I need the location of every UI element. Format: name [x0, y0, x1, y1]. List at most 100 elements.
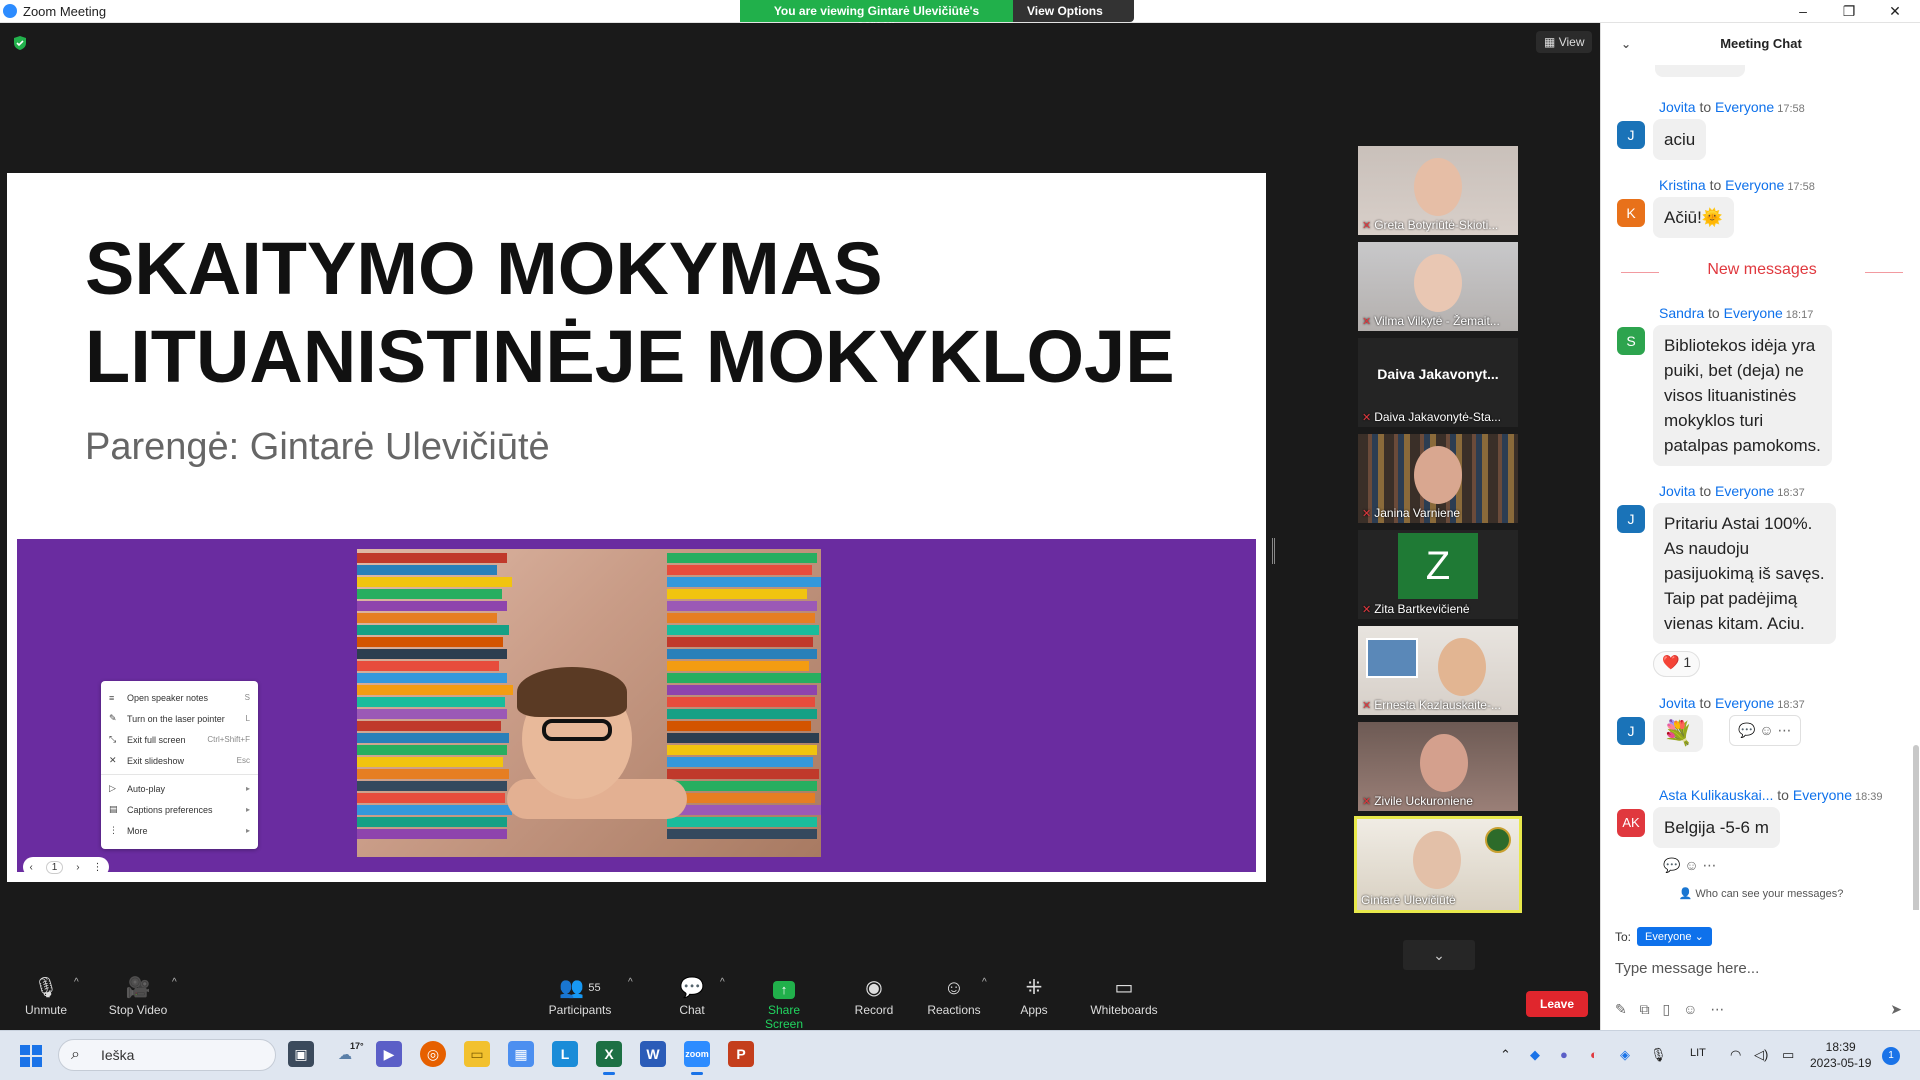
add-reaction-icon[interactable]: ☺ — [1684, 857, 1698, 873]
sender-name[interactable]: Kristina — [1659, 177, 1706, 193]
sender-name[interactable]: Jovita — [1659, 695, 1696, 711]
windows-start-button[interactable] — [20, 1045, 42, 1067]
menu-item-exit-slideshow[interactable]: ✕ Exit slideshow Esc — [101, 750, 258, 771]
participant-tile[interactable]: ✕ Ernesta Kazlauskaite-... — [1358, 626, 1518, 715]
input-language[interactable]: LIT — [1690, 1047, 1706, 1059]
participant-tile-active-speaker[interactable]: Gintarė Ulevičiūtė — [1354, 816, 1522, 913]
view-button[interactable]: ▦ View — [1536, 31, 1593, 53]
shield-icon[interactable] — [12, 35, 28, 51]
teams-chat-icon[interactable]: ▶ — [376, 1041, 402, 1067]
participant-tile[interactable]: ✕ Zivile Uckuroniene — [1358, 722, 1518, 811]
who-can-see-link[interactable]: 👤 Who can see your messages? — [1601, 887, 1920, 900]
weather-icon[interactable]: ☁ 17° — [332, 1041, 364, 1067]
tray-expand-icon[interactable]: ⌃ — [1500, 1047, 1511, 1063]
reaction-chip[interactable]: ❤️ 1 — [1653, 651, 1701, 677]
laser-icon: ✎ — [109, 713, 117, 723]
reactions-button[interactable]: ☺ Reactions ^ — [926, 973, 986, 1017]
more-icon[interactable]: ⋯ — [1703, 857, 1717, 873]
menu-item-captions-preferences[interactable]: ▤ Captions preferences ▸ — [101, 799, 258, 820]
chevron-up-icon[interactable]: ^ — [720, 977, 725, 988]
participant-tile[interactable]: ✕ Janina Varniene — [1358, 434, 1518, 523]
excel-icon[interactable]: X — [596, 1041, 622, 1075]
participant-tile[interactable]: Daiva Jakavonyt... ✕ Daiva Jakavonytė-Sta… — [1358, 338, 1518, 427]
chat-message-list[interactable]: J Jovita to Everyone 17:58 aciu K Kristin… — [1601, 65, 1920, 910]
message-bubble[interactable]: 💐 — [1653, 715, 1703, 752]
more-icon[interactable]: ⋯ — [1710, 1001, 1724, 1017]
grid-icon: ▦ — [1544, 35, 1556, 49]
menu-item-laser-pointer[interactable]: ✎ Turn on the laser pointer L — [101, 708, 258, 729]
message-input[interactable] — [1615, 953, 1905, 983]
message-bubble[interactable]: Bibliotekos idėja yra puiki, bet (deja) … — [1653, 325, 1832, 466]
zoom-icon[interactable]: zoom — [684, 1041, 710, 1075]
taskbar-clock[interactable]: 18:39 2023-05-19 — [1810, 1039, 1871, 1071]
resize-handle[interactable] — [1272, 538, 1275, 564]
firefox-icon[interactable]: ◎ — [420, 1041, 446, 1067]
sender-name[interactable]: Sandra — [1659, 305, 1704, 321]
battery-icon[interactable]: ▭ — [1782, 1047, 1794, 1063]
screenshot-icon[interactable]: ⧉ — [1640, 1001, 1650, 1017]
leave-button[interactable]: Leave — [1526, 991, 1588, 1017]
message-bubble[interactable]: aciu — [1653, 119, 1707, 160]
microphone-icon[interactable]: 🎙 — [1650, 1047, 1667, 1063]
participant-tile[interactable]: ✕ Greta Botyriūtė-Skioti... — [1358, 146, 1518, 235]
chevron-up-icon[interactable]: ^ — [74, 977, 79, 988]
recipient-name: Everyone — [1725, 177, 1785, 193]
teams-icon[interactable]: ● — [1560, 1047, 1568, 1062]
scroll-down-button[interactable]: ⌄ — [1403, 940, 1475, 970]
chevron-up-icon[interactable]: ^ — [628, 977, 633, 988]
store-icon[interactable]: ▦ — [508, 1041, 534, 1067]
more-icon[interactable]: ⋯ — [1778, 722, 1792, 738]
dropbox-icon[interactable]: ◆ — [1530, 1047, 1540, 1063]
stop-video-button[interactable]: 🎥 Stop Video ^ — [106, 973, 177, 1017]
share-screen-button[interactable]: ↑ Share Screen — [748, 973, 820, 1031]
task-view-icon[interactable]: ▣ — [288, 1041, 314, 1067]
more-options-icon[interactable]: ⋮ — [93, 862, 103, 873]
message-bubble[interactable]: Pritariu Astai 100%. As naudoju pasijuok… — [1653, 503, 1836, 644]
menu-item-speaker-notes[interactable]: ≡ Open speaker notes S — [101, 687, 258, 708]
reply-icon[interactable]: 💬 — [1663, 857, 1680, 873]
prev-slide-button[interactable]: ‹ — [29, 862, 32, 873]
message-bubble[interactable]: Belgija -5-6 m — [1653, 807, 1780, 848]
chevron-up-icon[interactable]: ^ — [172, 977, 177, 988]
chevron-up-icon[interactable]: ^ — [982, 977, 987, 988]
menu-item-more[interactable]: ⋮ More ▸ — [101, 820, 258, 841]
add-reaction-icon[interactable]: ☺ — [1759, 722, 1773, 738]
unmute-button[interactable]: 🎙 Unmute ^ — [20, 973, 79, 1017]
send-icon[interactable]: ➤ — [1890, 1001, 1902, 1018]
volume-icon[interactable]: ◁) — [1754, 1047, 1768, 1063]
wifi-icon[interactable]: ◠ — [1730, 1047, 1741, 1063]
powerpoint-icon[interactable]: P — [728, 1041, 754, 1067]
chat-scrollbar[interactable] — [1913, 745, 1919, 910]
menu-item-exit-full-screen[interactable]: ⤡ Exit full screen Ctrl+Shift+F — [101, 729, 258, 750]
recipient-selector[interactable]: Everyone ⌄ — [1637, 927, 1712, 946]
message-bubble[interactable]: Ačiū!🌞 — [1653, 197, 1734, 238]
taskbar-search[interactable]: ⌕ Ieška — [58, 1039, 276, 1071]
reply-icon[interactable]: 💬 — [1738, 722, 1755, 738]
chat-button[interactable]: 💬 Chat ^ — [676, 973, 724, 1017]
participants-button[interactable]: 👥 55 Participants ^ — [548, 973, 633, 1017]
view-options-button[interactable]: View Options ⌄ — [1013, 0, 1134, 32]
close-button[interactable]: ✕ — [1872, 0, 1918, 22]
participant-tile[interactable]: ✕ Vilma Vilkytė - Žemait... — [1358, 242, 1518, 331]
restore-button[interactable]: ❐ — [1826, 0, 1872, 22]
menu-item-auto-play[interactable]: ▷ Auto-play ▸ — [101, 778, 258, 799]
chevron-down-icon[interactable]: ⌄ — [1621, 23, 1631, 65]
format-icon[interactable]: ✎ — [1615, 1001, 1627, 1017]
file-explorer-icon[interactable]: ▭ — [464, 1041, 490, 1067]
notification-badge[interactable]: 1 — [1882, 1047, 1900, 1065]
sender-name[interactable]: Asta Kulikauskai... — [1659, 787, 1773, 803]
apps-button[interactable]: ⁜ Apps — [1018, 973, 1050, 1017]
minimize-button[interactable]: – — [1780, 0, 1826, 22]
office-icon[interactable]: ◐ — [1590, 1047, 1598, 1062]
next-slide-button[interactable]: › — [76, 862, 79, 873]
word-icon[interactable]: W — [640, 1041, 666, 1067]
sender-name[interactable]: Jovita — [1659, 483, 1696, 499]
lync-app-icon[interactable]: L — [552, 1041, 578, 1067]
record-button[interactable]: ◉ Record — [852, 973, 896, 1017]
participant-tile[interactable]: Z ✕ Zita Bartkevičienė — [1358, 530, 1518, 619]
file-icon[interactable]: ▯ — [1663, 1001, 1671, 1017]
whiteboards-button[interactable]: ▭ Whiteboards — [1088, 973, 1160, 1017]
emoji-icon[interactable]: ☺ — [1683, 1001, 1697, 1017]
security-icon[interactable]: ◈ — [1620, 1047, 1630, 1063]
sender-name[interactable]: Jovita — [1659, 99, 1696, 115]
